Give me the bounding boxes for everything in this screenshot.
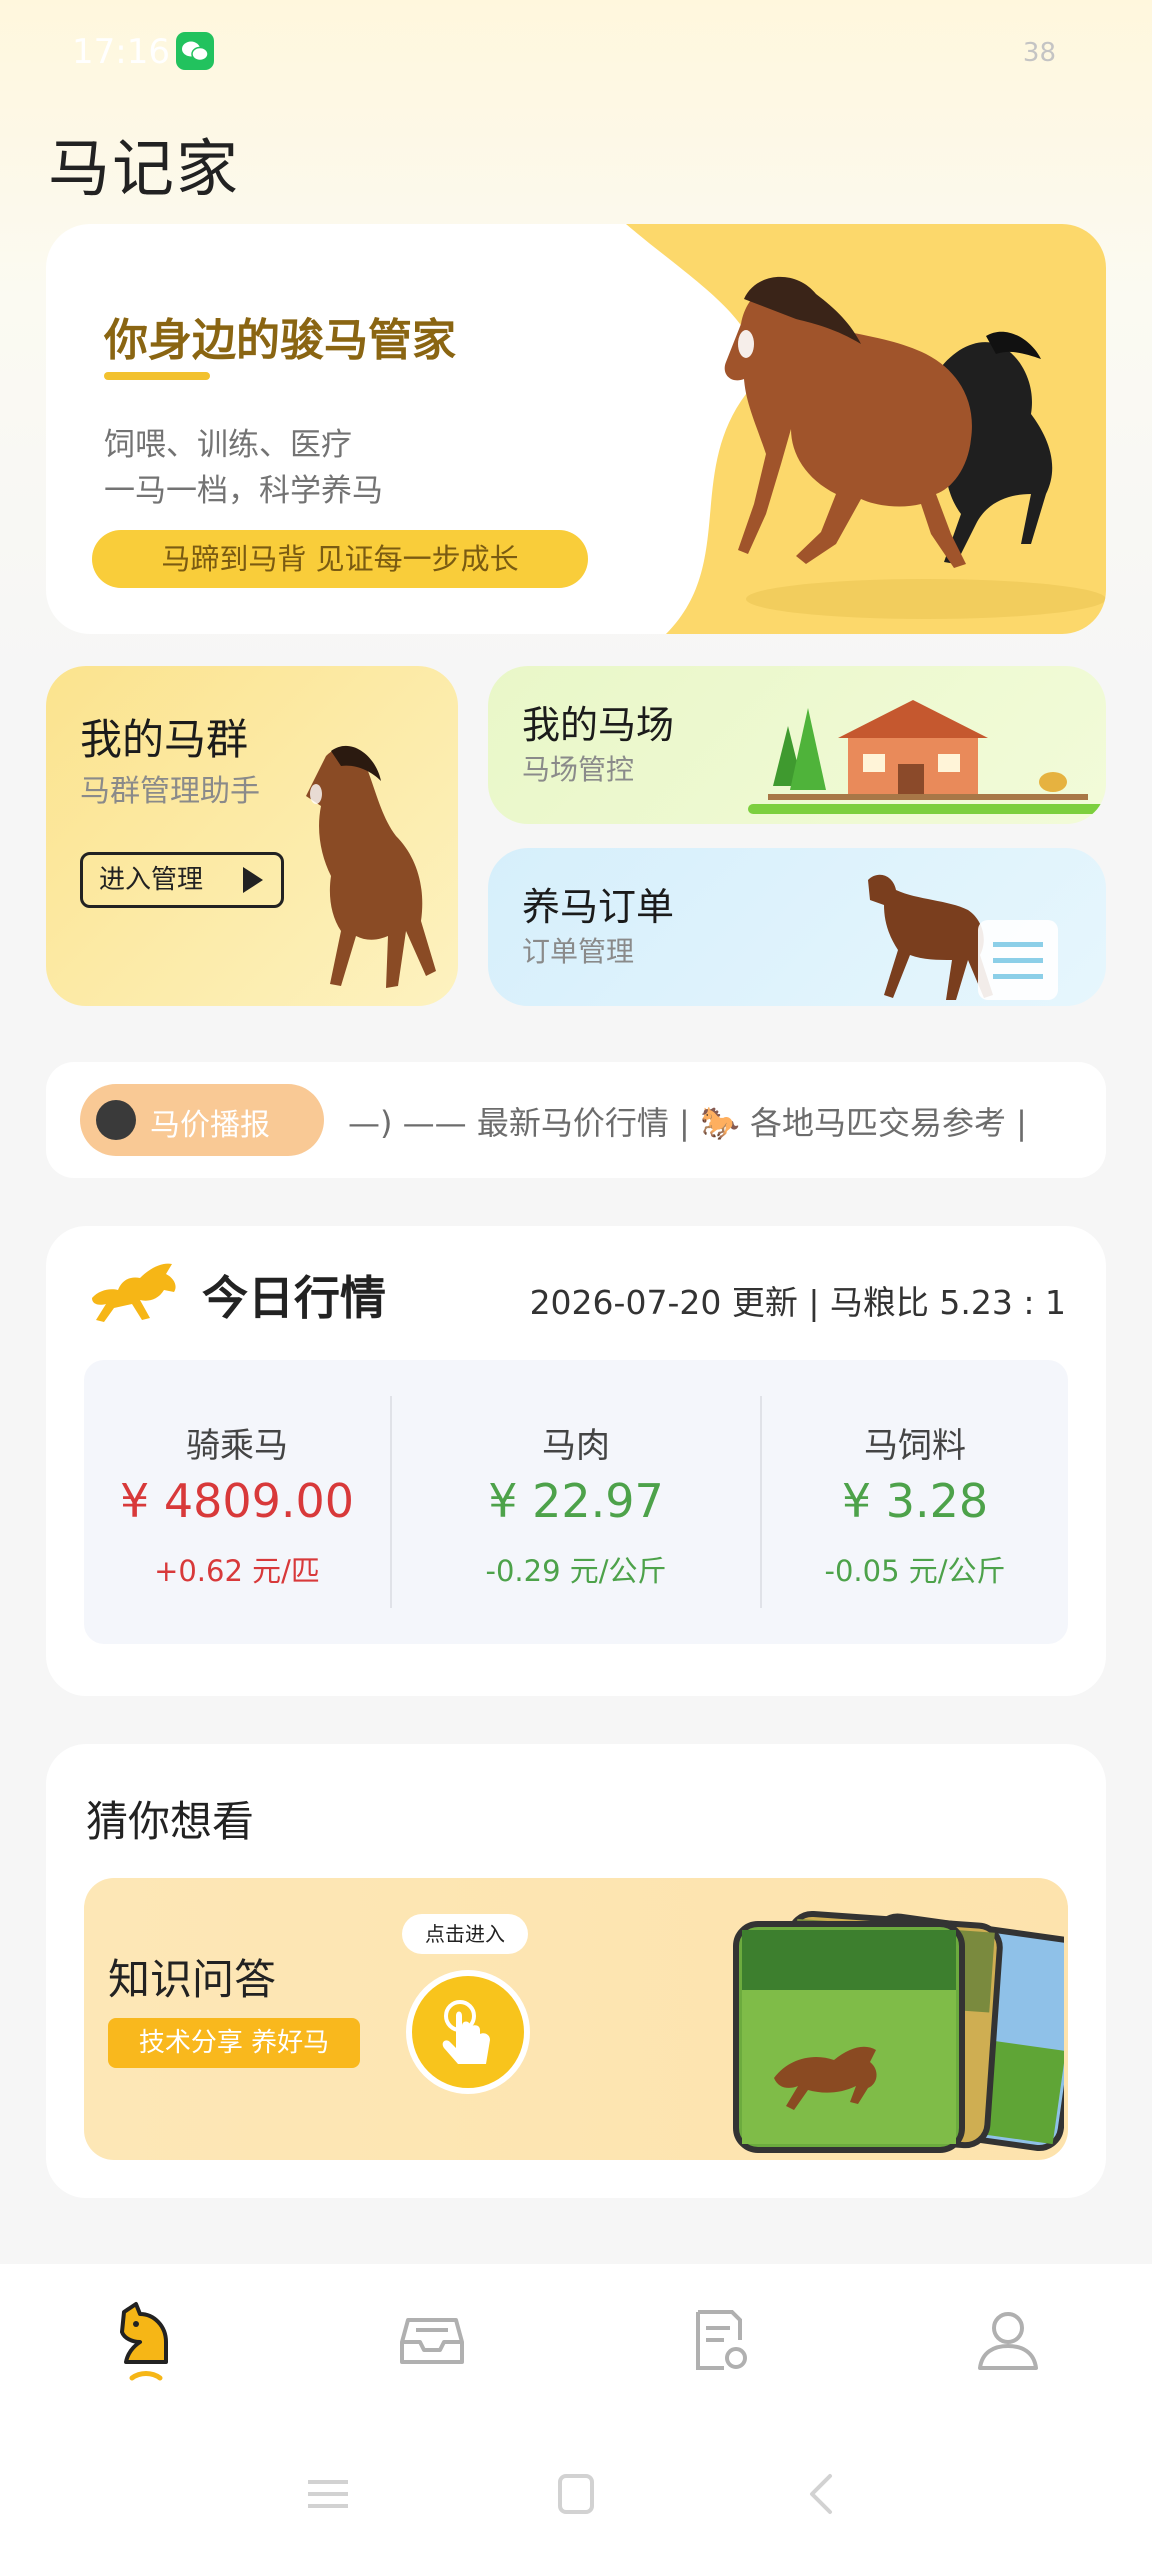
market-update-info: 2026-07-20 更新 | 马粮比 5.23 : 1: [529, 1283, 1066, 1322]
hero-banner[interactable]: 你身边的骏马管家 饲喂、训练、医疗 一马一档，科学养马 马蹄到马背 见证每一步成…: [46, 224, 1106, 634]
recommend-title: 猜你想看: [86, 1797, 255, 1846]
hero-description: 饲喂、训练、医疗 一马一档，科学养马: [104, 422, 383, 514]
system-menu-button[interactable]: [298, 2464, 358, 2524]
price-item-change: -0.29 元/公斤: [485, 1554, 667, 1588]
price-item-value: ¥ 3.28: [841, 1474, 989, 1528]
price-item-horse-meat[interactable]: 马肉 ¥ 22.97 -0.29 元/公斤: [392, 1360, 760, 1644]
price-broadcast-badge: 马价播报: [80, 1084, 324, 1156]
document-settings-icon: [696, 2310, 747, 2370]
running-horses-illustration: [724, 276, 1106, 619]
nav-records-tab[interactable]: [680, 2300, 760, 2380]
price-item-value: ¥ 22.97: [488, 1474, 664, 1528]
battery-level: 38: [1022, 38, 1056, 68]
ticker-fade: [1046, 1062, 1106, 1178]
price-item-name: 马饲料: [864, 1426, 966, 1466]
running-horse-icon: [92, 1263, 176, 1322]
menu-icon: [308, 2480, 348, 2508]
brown-horse-illustration: [306, 745, 436, 988]
horse-order-subtitle: 订单管理: [522, 935, 635, 968]
farm-house-illustration: [748, 700, 1106, 814]
price-item-value: ¥ 4809.00: [119, 1474, 355, 1528]
knowledge-qa-title: 知识问答: [108, 1955, 277, 2004]
app-title: 马记家: [48, 132, 241, 205]
my-herd-subtitle: 马群管理助手: [80, 774, 260, 809]
price-ticker[interactable]: 马价播报 —) —— 最新马价行情 | 🐎 各地马匹交易参考 |: [46, 1062, 1106, 1178]
price-item-name: 骑乘马: [186, 1426, 288, 1466]
my-farm-card[interactable]: 我的马场 马场管控: [488, 666, 1106, 824]
system-back-button[interactable]: [792, 2464, 852, 2524]
foal-clipboard-illustration: [868, 874, 1058, 1000]
market-price-panel: 骑乘马 ¥ 4809.00 +0.62 元/匹 马肉 ¥ 22.97 -0.29…: [84, 1360, 1068, 1644]
inbox-icon: [400, 2318, 464, 2364]
hero-desc-line-2: 一马一档，科学养马: [104, 473, 383, 509]
price-item-change: +0.62 元/匹: [154, 1554, 320, 1588]
price-broadcast-label: 马价播报: [150, 1108, 270, 1143]
enter-management-label: 进入管理: [99, 865, 204, 895]
hero-underline: [104, 372, 210, 380]
system-home-button[interactable]: [546, 2464, 606, 2524]
tap-hand-button[interactable]: [406, 1970, 530, 2094]
price-item-change: -0.05 元/公斤: [824, 1554, 1006, 1588]
ticker-scroll-text: —) —— 最新马价行情 | 🐎 各地马匹交易参考 |: [348, 1104, 1027, 1142]
hero-title: 你身边的骏马管家: [104, 315, 456, 366]
horse-order-title: 养马订单: [522, 885, 675, 929]
my-herd-title: 我的马群: [80, 715, 249, 764]
horse-head-icon: [120, 2302, 168, 2381]
knowledge-qa-tag: 技术分享 养好马: [108, 2018, 360, 2068]
nav-profile-tab[interactable]: [968, 2300, 1048, 2380]
price-item-name: 马肉: [542, 1426, 610, 1466]
horse-order-card[interactable]: 养马订单 订单管理: [488, 848, 1106, 1006]
hero-slogan-badge: 马蹄到马背 见证每一步成长: [92, 530, 588, 588]
avatar: [96, 1100, 136, 1140]
my-farm-subtitle: 马场管控: [522, 753, 635, 786]
tap-hand-icon: [442, 2000, 490, 2064]
wechat-icon: [176, 32, 214, 70]
price-item-riding-horse[interactable]: 骑乘马 ¥ 4809.00 +0.62 元/匹: [84, 1360, 390, 1644]
my-herd-card[interactable]: 我的马群 马群管理助手 进入管理: [46, 666, 458, 1006]
market-title: 今日行情: [202, 1271, 386, 1325]
click-enter-label: 点击进入: [402, 1914, 528, 1954]
home-icon: [558, 2474, 594, 2514]
back-icon: [810, 2474, 832, 2514]
play-arrow-icon: [243, 867, 263, 893]
hero-desc-line-1: 饲喂、训练、医疗: [104, 427, 352, 463]
status-time: 17:16: [72, 32, 170, 72]
nav-inbox-tab[interactable]: [392, 2300, 472, 2380]
enter-management-button[interactable]: 进入管理: [80, 852, 284, 908]
profile-icon: [978, 2312, 1038, 2370]
price-item-horse-feed[interactable]: 马饲料 ¥ 3.28 -0.05 元/公斤: [762, 1360, 1068, 1644]
my-farm-title: 我的马场: [522, 703, 675, 747]
knowledge-qa-card[interactable]: 知识问答 技术分享 养好马 点击进入: [84, 1878, 1068, 2160]
recommend-section: 猜你想看 知识问答 技术分享 养好马 点击进入: [46, 1744, 1106, 2198]
market-today-card[interactable]: 今日行情 2026-07-20 更新 | 马粮比 5.23 : 1 骑乘马 ¥ …: [46, 1226, 1106, 1696]
horse-photo-stack: [733, 1910, 1064, 2153]
nav-home-tab[interactable]: [106, 2300, 186, 2381]
